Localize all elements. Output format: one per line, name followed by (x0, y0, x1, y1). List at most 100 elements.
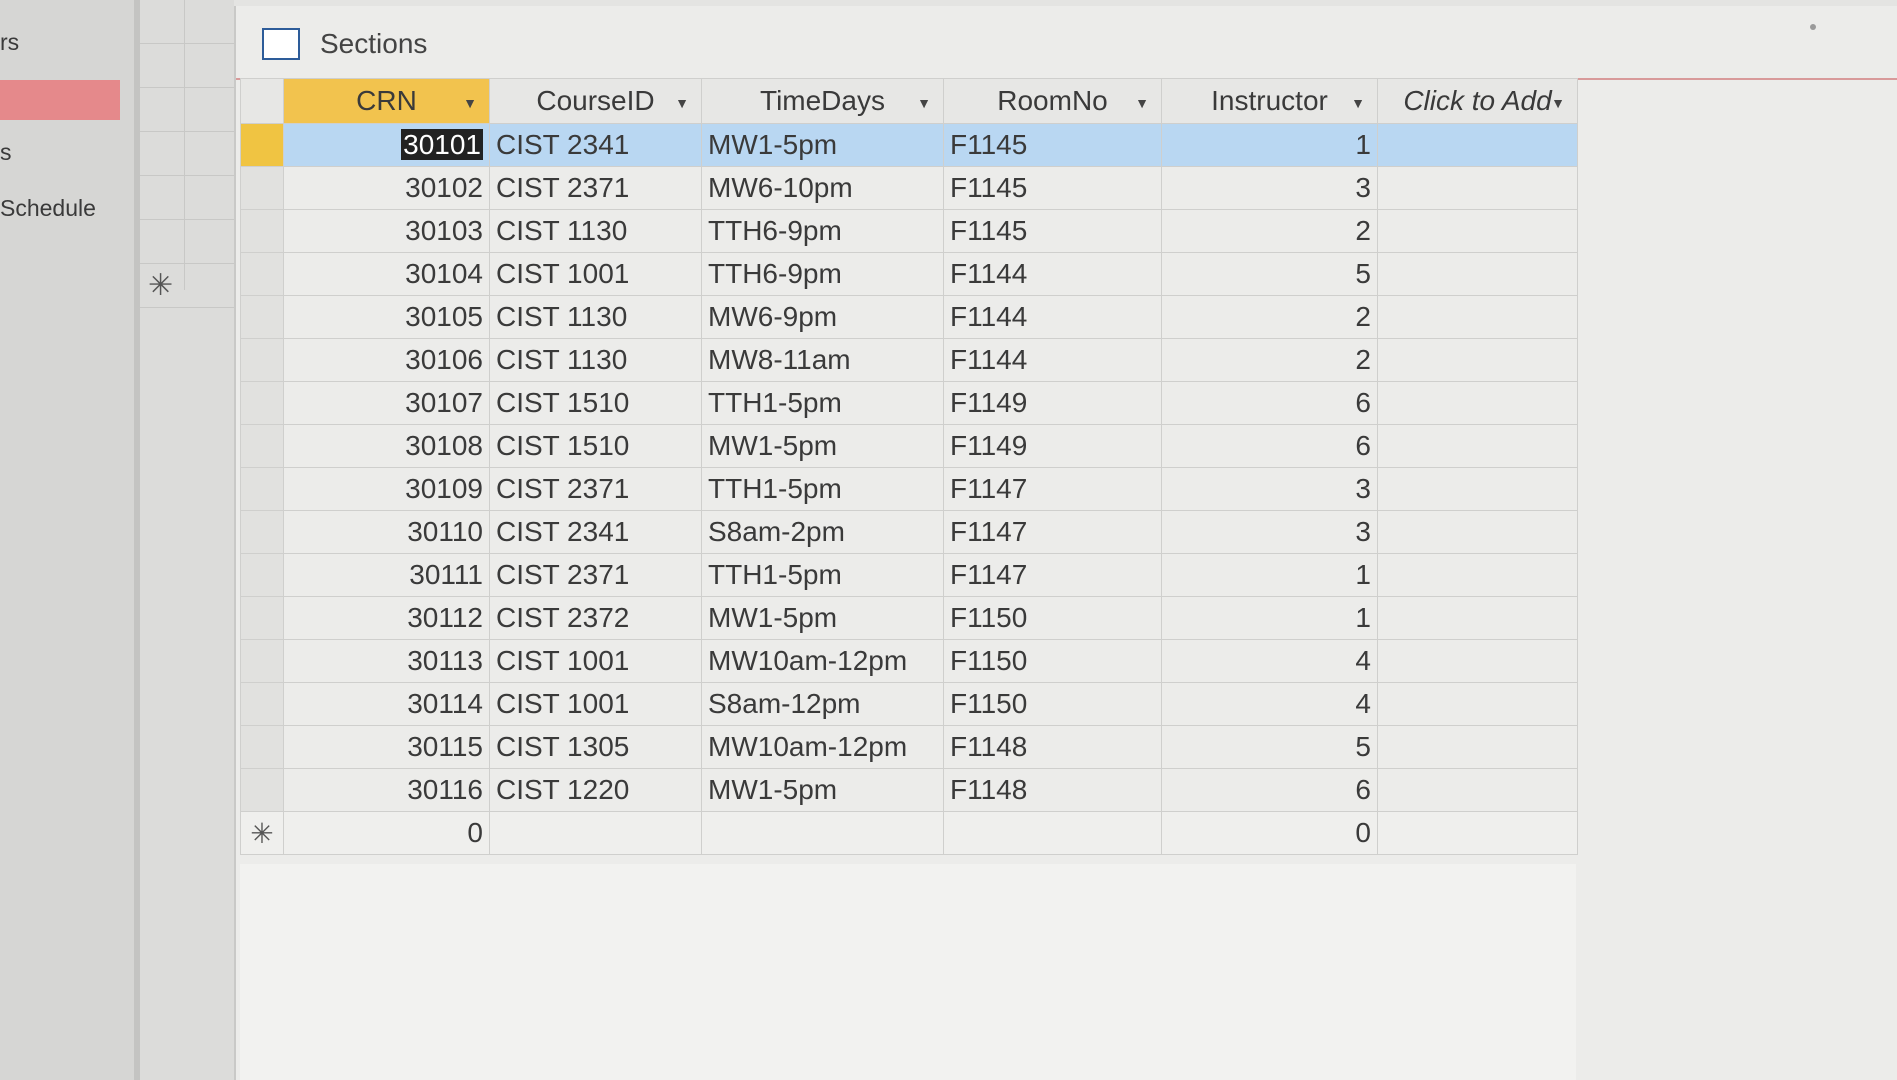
nav-item-forms[interactable]: rs (0, 22, 19, 62)
cell-instructor[interactable]: 4 (1161, 639, 1378, 683)
cell-timedays[interactable]: TTH6-9pm (701, 209, 944, 253)
nav-item-schedule[interactable]: Schedule (0, 188, 96, 228)
table-row[interactable]: 30106 CIST 1130 MW8-11am F1144 2 (240, 338, 1578, 382)
cell-click-to-add[interactable] (1377, 510, 1578, 554)
cell-courseid[interactable]: CIST 1001 (489, 639, 702, 683)
cell-timedays[interactable]: TTH1-5pm (701, 381, 944, 425)
table-row[interactable]: 30107 CIST 1510 TTH1-5pm F1149 6 (240, 381, 1578, 425)
table-row[interactable]: 30116 CIST 1220 MW1-5pm F1148 6 (240, 768, 1578, 812)
cell-timedays[interactable]: MW6-9pm (701, 295, 944, 339)
cell-crn[interactable]: 30104 (283, 252, 490, 296)
cell-click-to-add[interactable] (1377, 295, 1578, 339)
cell-timedays[interactable]: MW1-5pm (701, 596, 944, 640)
cell-courseid[interactable]: CIST 1220 (489, 768, 702, 812)
cell-courseid[interactable]: CIST 2371 (489, 467, 702, 511)
cell-crn[interactable]: 30106 (283, 338, 490, 382)
cell-instructor[interactable]: 1 (1161, 553, 1378, 597)
cell-crn[interactable]: 30105 (283, 295, 490, 339)
cell-courseid[interactable]: CIST 1510 (489, 424, 702, 468)
cell-courseid[interactable]: CIST 2371 (489, 166, 702, 210)
record-selector[interactable] (240, 166, 284, 210)
cell-courseid[interactable]: CIST 1001 (489, 682, 702, 726)
cell-roomno[interactable]: F1149 (943, 381, 1162, 425)
cell-click-to-add[interactable] (1377, 811, 1578, 855)
record-selector[interactable] (240, 381, 284, 425)
cell-instructor[interactable]: 3 (1161, 467, 1378, 511)
dropdown-arrow-icon[interactable]: ▼ (675, 95, 689, 111)
cell-courseid[interactable]: CIST 2341 (489, 123, 702, 167)
table-row[interactable]: 30110 CIST 2341 S8am-2pm F1147 3 (240, 510, 1578, 554)
record-selector[interactable] (240, 424, 284, 468)
cell-click-to-add[interactable] (1377, 209, 1578, 253)
cell-crn[interactable]: 30113 (283, 639, 490, 683)
column-header-instructor[interactable]: Instructor ▼ (1161, 78, 1378, 124)
record-selector[interactable] (240, 596, 284, 640)
cell-click-to-add[interactable] (1377, 639, 1578, 683)
cell-crn[interactable]: 30112 (283, 596, 490, 640)
cell-timedays[interactable]: TTH6-9pm (701, 252, 944, 296)
table-row[interactable]: 30112 CIST 2372 MW1-5pm F1150 1 (240, 596, 1578, 640)
table-row[interactable]: 30101 CIST 2341 MW1-5pm F1145 1 (240, 123, 1578, 167)
cell-click-to-add[interactable] (1377, 338, 1578, 382)
cell-roomno[interactable]: F1144 (943, 338, 1162, 382)
table-row[interactable]: 30105 CIST 1130 MW6-9pm F1144 2 (240, 295, 1578, 339)
table-row[interactable]: 30103 CIST 1130 TTH6-9pm F1145 2 (240, 209, 1578, 253)
cell-timedays[interactable]: MW6-10pm (701, 166, 944, 210)
cell-instructor[interactable]: 5 (1161, 725, 1378, 769)
cell-timedays[interactable]: S8am-2pm (701, 510, 944, 554)
cell-timedays[interactable]: MW1-5pm (701, 768, 944, 812)
cell-click-to-add[interactable] (1377, 467, 1578, 511)
record-selector[interactable] (240, 209, 284, 253)
record-selector[interactable] (240, 768, 284, 812)
table-row[interactable]: 30108 CIST 1510 MW1-5pm F1149 6 (240, 424, 1578, 468)
cell-crn[interactable]: 30107 (283, 381, 490, 425)
cell-instructor[interactable]: 3 (1161, 166, 1378, 210)
cell-courseid[interactable]: CIST 2341 (489, 510, 702, 554)
cell-click-to-add[interactable] (1377, 682, 1578, 726)
cell-roomno[interactable]: F1147 (943, 467, 1162, 511)
table-row[interactable]: 30109 CIST 2371 TTH1-5pm F1147 3 (240, 467, 1578, 511)
cell-timedays[interactable]: TTH1-5pm (701, 553, 944, 597)
column-header-crn[interactable]: CRN ▼ (283, 78, 490, 124)
cell-crn[interactable]: 30102 (283, 166, 490, 210)
column-header-click-to-add[interactable]: Click to Add ▼ (1377, 78, 1578, 124)
column-header-roomno[interactable]: RoomNo ▼ (943, 78, 1162, 124)
cell-click-to-add[interactable] (1377, 553, 1578, 597)
cell-timedays[interactable]: MW1-5pm (701, 424, 944, 468)
cell-roomno[interactable]: F1150 (943, 639, 1162, 683)
cell-instructor[interactable]: 5 (1161, 252, 1378, 296)
record-selector[interactable] (240, 123, 284, 167)
cell-timedays[interactable]: S8am-12pm (701, 682, 944, 726)
table-row[interactable]: 30113 CIST 1001 MW10am-12pm F1150 4 (240, 639, 1578, 683)
table-row[interactable]: 30115 CIST 1305 MW10am-12pm F1148 5 (240, 725, 1578, 769)
cell-timedays[interactable]: MW10am-12pm (701, 639, 944, 683)
record-selector[interactable] (240, 467, 284, 511)
cell-click-to-add[interactable] (1377, 424, 1578, 468)
dropdown-arrow-icon[interactable]: ▼ (1551, 95, 1565, 111)
cell-crn[interactable]: 30111 (283, 553, 490, 597)
cell-instructor[interactable]: 0 (1161, 811, 1378, 855)
cell-timedays[interactable]: MW10am-12pm (701, 725, 944, 769)
column-header-courseid[interactable]: CourseID ▼ (489, 78, 702, 124)
cell-courseid[interactable]: CIST 1130 (489, 295, 702, 339)
cell-roomno[interactable]: F1150 (943, 596, 1162, 640)
record-selector[interactable] (240, 682, 284, 726)
cell-crn[interactable]: 30109 (283, 467, 490, 511)
record-selector[interactable] (240, 553, 284, 597)
table-row[interactable]: 30114 CIST 1001 S8am-12pm F1150 4 (240, 682, 1578, 726)
select-all-corner[interactable] (240, 78, 284, 124)
cell-roomno[interactable]: F1145 (943, 166, 1162, 210)
cell-courseid[interactable] (489, 811, 702, 855)
table-row[interactable]: 30111 CIST 2371 TTH1-5pm F1147 1 (240, 553, 1578, 597)
cell-timedays[interactable]: MW1-5pm (701, 123, 944, 167)
cell-courseid[interactable]: CIST 1130 (489, 338, 702, 382)
cell-instructor[interactable]: 2 (1161, 209, 1378, 253)
cell-instructor[interactable]: 2 (1161, 338, 1378, 382)
column-header-timedays[interactable]: TimeDays ▼ (701, 78, 944, 124)
cell-instructor[interactable]: 3 (1161, 510, 1378, 554)
cell-roomno[interactable]: F1149 (943, 424, 1162, 468)
cell-courseid[interactable]: CIST 1510 (489, 381, 702, 425)
nav-item-partial[interactable]: s (0, 132, 12, 172)
dropdown-arrow-icon[interactable]: ▼ (1135, 95, 1149, 111)
dropdown-arrow-icon[interactable]: ▼ (917, 95, 931, 111)
